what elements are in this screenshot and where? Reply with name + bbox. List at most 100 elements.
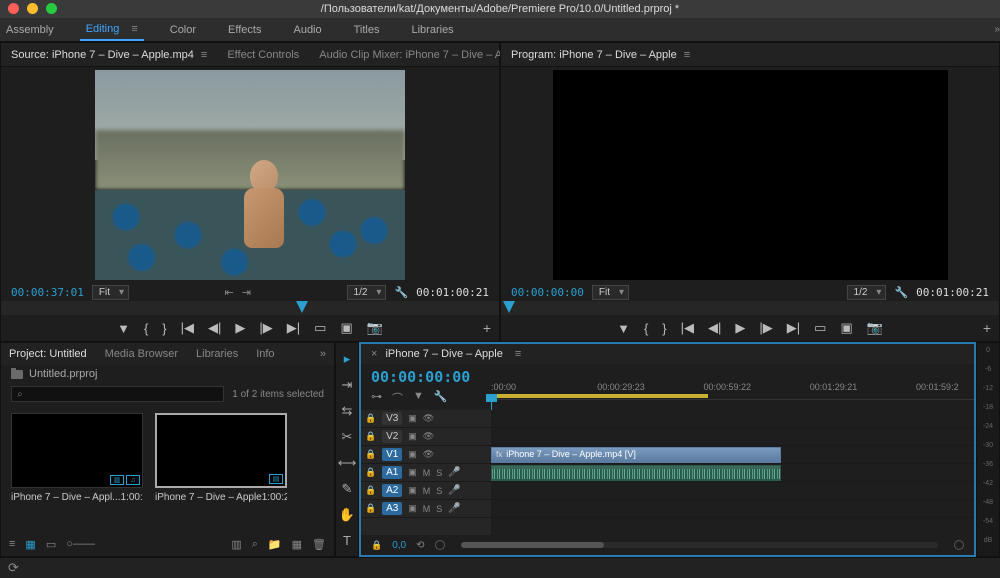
- export-frame-button[interactable]: 📷: [367, 320, 383, 336]
- program-go-to-in-button[interactable]: |◀: [681, 320, 694, 336]
- program-time-ruler[interactable]: [501, 301, 999, 315]
- source-zoom-dropdown[interactable]: 1/2: [347, 285, 387, 300]
- find-button[interactable]: ⌕: [252, 538, 258, 551]
- audio-mixer-tab[interactable]: Audio Clip Mixer: iPhone 7 – Dive – Appl…: [319, 49, 523, 61]
- eye-icon[interactable]: 👁: [423, 431, 434, 442]
- workspace-tab-libraries[interactable]: Libraries: [406, 20, 460, 40]
- source-playhead-indicator[interactable]: [296, 301, 308, 313]
- track-lane-a1[interactable]: [491, 464, 974, 482]
- toggle-output-icon[interactable]: ▣: [408, 467, 417, 478]
- timeline-ruler[interactable]: :00:00 00:00:29:23 00:00:59:22 00:01:29:…: [491, 382, 974, 400]
- eye-icon[interactable]: 👁: [423, 449, 434, 460]
- libraries-tab[interactable]: Libraries: [196, 348, 238, 360]
- mute-icon[interactable]: M: [423, 504, 431, 514]
- program-menu-icon[interactable]: ≡: [684, 49, 690, 61]
- voice-over-icon[interactable]: 🎤: [448, 503, 460, 514]
- track-lane-a2[interactable]: [491, 482, 974, 500]
- selection-tool[interactable]: ▸: [339, 351, 355, 367]
- track-label[interactable]: V2: [382, 430, 402, 443]
- timeline-current-time[interactable]: 00:00:00:00: [371, 368, 481, 386]
- eye-icon[interactable]: 👁: [423, 413, 434, 424]
- zoom-in-handle[interactable]: [954, 540, 964, 550]
- play-button[interactable]: ▶: [235, 320, 245, 336]
- lock-icon[interactable]: 🔒: [365, 485, 376, 496]
- step-forward-button[interactable]: |▶: [259, 320, 272, 336]
- workspace-tab-assembly[interactable]: Assembly: [0, 20, 60, 40]
- audio-clip[interactable]: [491, 465, 781, 481]
- track-header-v3[interactable]: 🔒V3▣👁: [361, 410, 491, 428]
- workspace-tab-editing[interactable]: Editing≡: [80, 19, 144, 41]
- zoom-slider[interactable]: ○——: [66, 538, 95, 550]
- workspace-tab-color[interactable]: Color: [164, 20, 202, 40]
- lock-icon[interactable]: 🔒: [365, 449, 376, 460]
- add-marker-button[interactable]: ▼: [117, 321, 130, 336]
- workspace-tab-audio[interactable]: Audio: [287, 20, 327, 40]
- program-settings-icon[interactable]: 🔧: [894, 286, 908, 299]
- project-search-input[interactable]: [11, 386, 224, 402]
- mark-in-button[interactable]: {: [144, 321, 148, 336]
- program-fit-dropdown[interactable]: Fit: [592, 285, 629, 300]
- program-export-frame-button[interactable]: 📷: [867, 320, 883, 336]
- track-label[interactable]: A3: [382, 502, 402, 515]
- source-fit-dropdown[interactable]: Fit: [92, 285, 129, 300]
- track-lane-a3[interactable]: [491, 500, 974, 518]
- mark-out-icon[interactable]: ⇥: [242, 286, 251, 299]
- maximize-window-button[interactable]: [46, 3, 57, 14]
- track-label[interactable]: V1: [382, 448, 402, 461]
- solo-icon[interactable]: S: [436, 486, 442, 496]
- type-tool[interactable]: T: [339, 533, 355, 548]
- timeline-lock-icon[interactable]: 🔒: [371, 540, 382, 551]
- new-bin-button[interactable]: 📁: [268, 538, 282, 551]
- voice-over-icon[interactable]: 🎤: [448, 467, 460, 478]
- freeform-view-button[interactable]: ▭: [46, 538, 56, 551]
- pen-tool[interactable]: ✎: [339, 481, 355, 497]
- workspace-menu-icon[interactable]: ≡: [131, 23, 137, 35]
- zoom-level[interactable]: 0,0: [392, 540, 406, 551]
- sync-settings-icon[interactable]: ⟳: [8, 560, 19, 576]
- timeline-scrollbar[interactable]: [461, 542, 938, 548]
- mark-out-button[interactable]: }: [162, 321, 166, 336]
- mute-icon[interactable]: M: [423, 468, 431, 478]
- delete-button[interactable]: 🗑: [312, 538, 326, 551]
- workspace-overflow-icon[interactable]: »: [994, 24, 1000, 35]
- program-button-editor-icon[interactable]: +: [983, 320, 991, 336]
- source-tab[interactable]: Source: iPhone 7 – Dive – Apple.mp4 ≡: [11, 49, 207, 61]
- sequence-name[interactable]: iPhone 7 – Dive – Apple: [385, 348, 502, 360]
- source-menu-icon[interactable]: ≡: [201, 49, 207, 61]
- step-back-button[interactable]: ◀|: [208, 320, 221, 336]
- source-time-ruler[interactable]: [1, 301, 499, 315]
- tracks-content[interactable]: fxiPhone 7 – Dive – Apple.mp4 [V]: [491, 410, 974, 535]
- video-clip[interactable]: fxiPhone 7 – Dive – Apple.mp4 [V]: [491, 447, 781, 463]
- program-current-time[interactable]: 00:00:00:00: [511, 286, 584, 299]
- source-current-time[interactable]: 00:00:37:01: [11, 286, 84, 299]
- lock-icon[interactable]: 🔒: [365, 503, 376, 514]
- track-label[interactable]: V3: [382, 412, 402, 425]
- toggle-output-icon[interactable]: ▣: [408, 413, 417, 424]
- lift-button[interactable]: ▭: [814, 320, 826, 336]
- program-step-back-button[interactable]: ◀|: [708, 320, 721, 336]
- minimize-window-button[interactable]: [27, 3, 38, 14]
- program-playhead-indicator[interactable]: [503, 301, 515, 313]
- new-item-button[interactable]: ▦: [292, 538, 302, 551]
- toggle-output-icon[interactable]: ▣: [408, 485, 417, 496]
- toggle-output-icon[interactable]: ▣: [408, 449, 417, 460]
- close-window-button[interactable]: [8, 3, 19, 14]
- project-item[interactable]: ▥♫ iPhone 7 – Dive – Appl...1:00:21: [11, 413, 143, 524]
- program-zoom-dropdown[interactable]: 1/2: [847, 285, 887, 300]
- track-lane-v1[interactable]: fxiPhone 7 – Dive – Apple.mp4 [V]: [491, 446, 974, 464]
- sync-lock-icon[interactable]: ⟲: [416, 540, 424, 551]
- extract-button[interactable]: ▣: [840, 320, 852, 336]
- go-to-in-button[interactable]: |◀: [181, 320, 194, 336]
- icon-view-button[interactable]: ▦: [25, 538, 35, 551]
- effect-controls-tab[interactable]: Effect Controls: [227, 49, 299, 61]
- program-monitor[interactable]: [501, 67, 999, 283]
- audio-meter[interactable]: 0 -6 -12 -18 -24 -30 -36 -42 -48 -54 dB: [976, 342, 1000, 557]
- program-go-to-out-button[interactable]: ▶|: [787, 320, 800, 336]
- track-label[interactable]: A2: [382, 484, 402, 497]
- program-mark-out-button[interactable]: }: [662, 321, 666, 336]
- timeline-settings-icon[interactable]: 🔧: [434, 390, 448, 406]
- razor-tool[interactable]: ✂: [339, 429, 355, 445]
- source-monitor[interactable]: [1, 67, 499, 283]
- track-header-v2[interactable]: 🔒V2▣👁: [361, 428, 491, 446]
- list-view-button[interactable]: ≡: [9, 538, 15, 550]
